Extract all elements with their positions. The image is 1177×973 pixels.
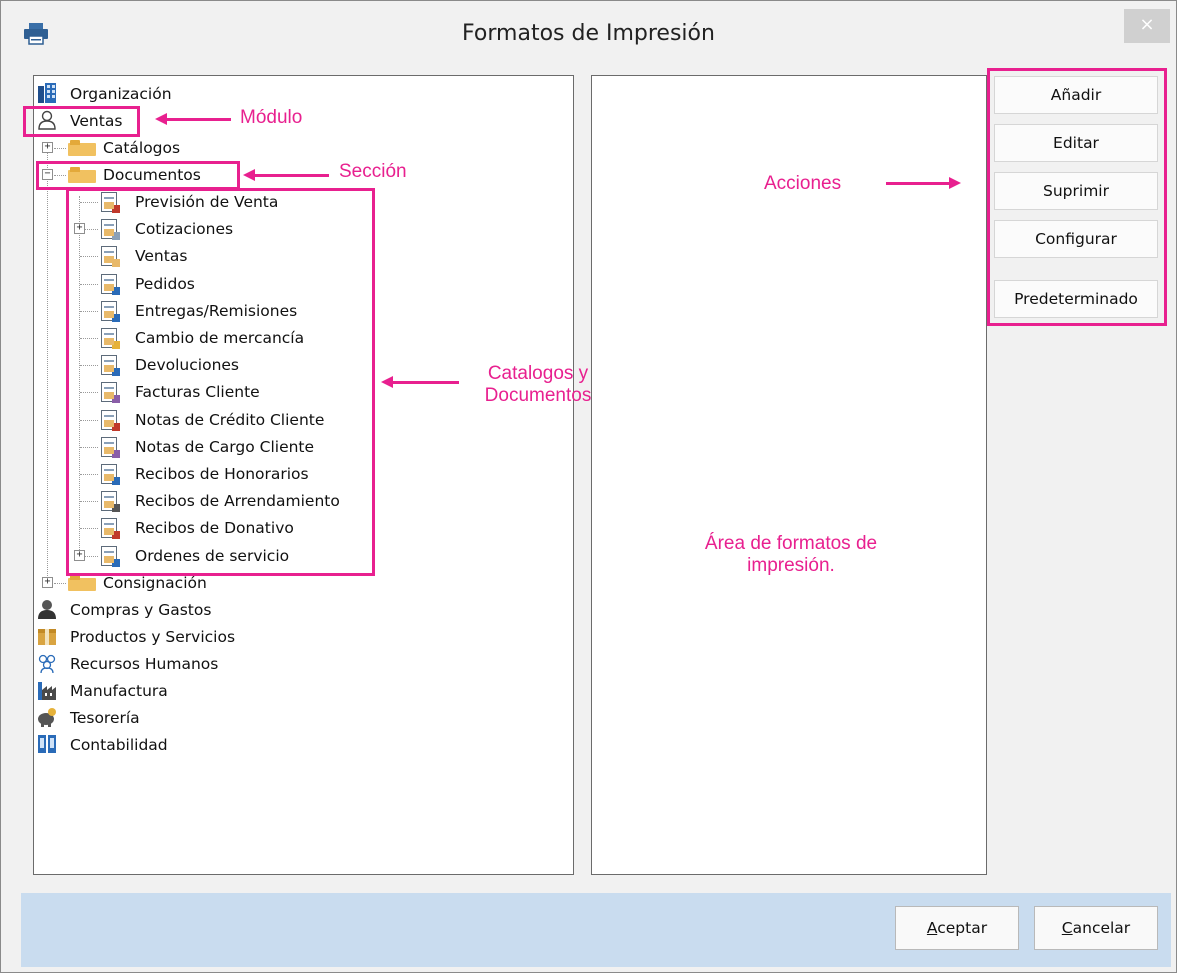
tree-node-label: Productos y Servicios bbox=[70, 628, 236, 646]
tree-node-label: Catálogos bbox=[103, 139, 181, 157]
ledger-icon bbox=[38, 735, 56, 753]
tree-node-label: Compras y Gastos bbox=[70, 601, 212, 619]
people-icon bbox=[38, 654, 56, 673]
tree-node-label: Organización bbox=[70, 85, 172, 103]
piggy-bank-icon bbox=[38, 708, 56, 727]
tree-connector bbox=[54, 583, 66, 584]
tree-node-contabilidad[interactable]: Contabilidad bbox=[34, 733, 334, 757]
module-arrow bbox=[155, 113, 231, 125]
tree-connector bbox=[54, 148, 66, 149]
actions-arrow bbox=[886, 177, 961, 189]
tree-node-compras[interactable]: Compras y Gastos bbox=[34, 598, 334, 622]
tree-node-catalogos[interactable]: + Catálogos bbox=[34, 136, 334, 160]
module-annotation: Módulo bbox=[240, 107, 303, 128]
section-highlight bbox=[36, 161, 240, 190]
cancel-button[interactable]: Cancelar bbox=[1034, 906, 1158, 950]
actions-annotation: Acciones bbox=[764, 173, 842, 194]
tree-node-tesoreria[interactable]: Tesorería bbox=[34, 706, 334, 730]
documents-arrow bbox=[381, 376, 459, 388]
formats-area-annotation: Área de formatos de impresión. bbox=[704, 533, 878, 576]
box-icon bbox=[38, 629, 56, 645]
tree-node-organizacion[interactable]: Organización bbox=[34, 82, 334, 106]
documents-highlight bbox=[66, 188, 375, 576]
print-formats-window: Formatos de Impresión × Organización Ven… bbox=[0, 0, 1177, 973]
tree-node-label: Recursos Humanos bbox=[70, 655, 219, 673]
factory-icon bbox=[38, 682, 56, 700]
accept-button[interactable]: Aceptar bbox=[895, 906, 1019, 950]
building-icon bbox=[38, 83, 56, 103]
tree-node-manufactura[interactable]: Manufactura bbox=[34, 679, 334, 703]
tree-node-label: Consignación bbox=[103, 574, 207, 592]
actions-highlight bbox=[987, 68, 1167, 326]
folder-icon bbox=[68, 140, 96, 156]
expand-icon[interactable]: + bbox=[42, 142, 53, 153]
tree-node-label: Contabilidad bbox=[70, 736, 168, 754]
folder-icon bbox=[68, 575, 96, 591]
documents-annotation: Catalogos y Documentos bbox=[484, 363, 592, 406]
module-highlight bbox=[23, 106, 140, 137]
section-annotation: Sección bbox=[339, 161, 407, 182]
close-button[interactable]: × bbox=[1124, 9, 1170, 43]
expand-icon[interactable]: + bbox=[42, 577, 53, 588]
window-title: Formatos de Impresión bbox=[462, 21, 715, 46]
section-arrow bbox=[243, 169, 329, 181]
close-icon: × bbox=[1139, 14, 1155, 35]
print-formats-area[interactable] bbox=[591, 75, 987, 875]
tree-node-productos[interactable]: Productos y Servicios bbox=[34, 625, 334, 649]
tree-node-recursos-humanos[interactable]: Recursos Humanos bbox=[34, 652, 334, 676]
tree-node-label: Tesorería bbox=[70, 709, 140, 727]
title-bar: Formatos de Impresión × bbox=[1, 1, 1176, 61]
buyer-icon bbox=[38, 600, 56, 619]
tree-node-label: Manufactura bbox=[70, 682, 168, 700]
